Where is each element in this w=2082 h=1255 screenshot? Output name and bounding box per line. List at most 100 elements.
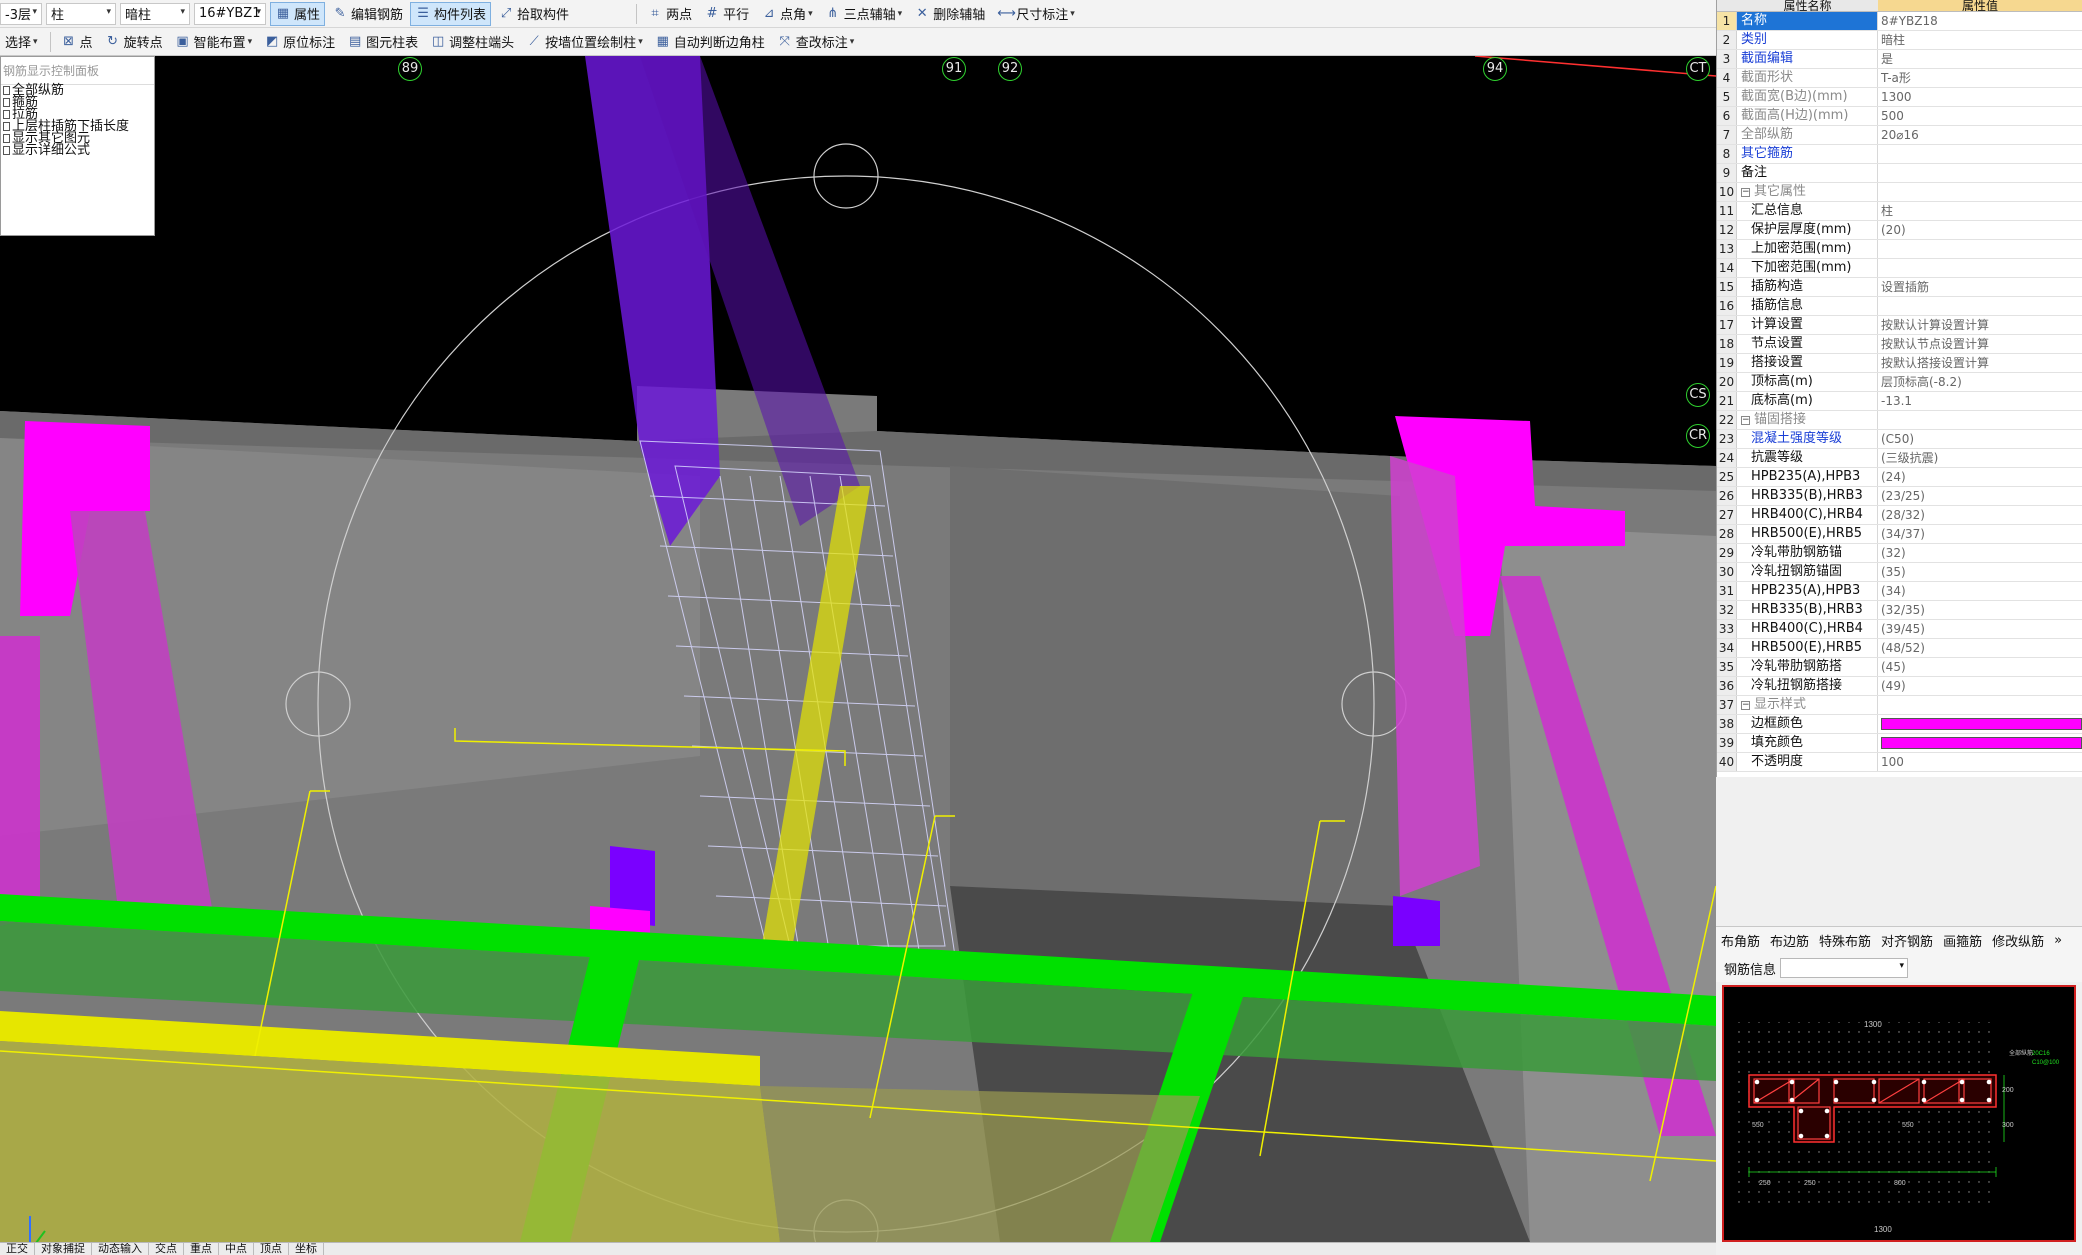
- property-value[interactable]: [1878, 411, 2082, 429]
- smart-place-button[interactable]: ▣ 智能布置 ▾: [170, 30, 258, 54]
- property-row[interactable]: 26 HRB335(B),HRB3 (23/25): [1717, 487, 2082, 506]
- check-label-button[interactable]: ⤧ 查改标注 ▾: [772, 30, 860, 54]
- color-swatch[interactable]: [1881, 718, 2082, 730]
- status-object-snap[interactable]: 对象捕捉: [35, 1243, 92, 1255]
- checkbox-icon[interactable]: [3, 86, 10, 95]
- property-row[interactable]: 34 HRB500(E),HRB5 (48/52): [1717, 639, 2082, 658]
- property-value[interactable]: (三级抗震): [1878, 449, 2082, 467]
- checkbox-icon[interactable]: [3, 122, 10, 131]
- property-row[interactable]: 31 HPB235(A),HPB3 (34): [1717, 582, 2082, 601]
- floor-select[interactable]: -3层 ▾: [0, 2, 42, 25]
- property-row[interactable]: 23 混凝土强度等级 (C50): [1717, 430, 2082, 449]
- rebar-option-detailed-formula[interactable]: 显示详细公式: [1, 144, 154, 157]
- property-value[interactable]: -13.1: [1878, 392, 2082, 410]
- align-rebar-button[interactable]: 对齐钢筋: [1876, 931, 1938, 950]
- edge-rebar-button[interactable]: 布边筋: [1765, 931, 1814, 950]
- property-row[interactable]: 3 截面编辑 是: [1717, 50, 2082, 69]
- property-row[interactable]: 22− 锚固搭接: [1717, 411, 2082, 430]
- checkbox-icon[interactable]: [3, 146, 10, 155]
- property-value[interactable]: 1300: [1878, 88, 2082, 106]
- property-value[interactable]: 暗柱: [1878, 31, 2082, 49]
- property-button[interactable]: ▦ 属性: [270, 1, 326, 26]
- status-coordinate[interactable]: 坐标: [289, 1243, 324, 1255]
- component-select[interactable]: 16#YBZ1 ▾: [194, 2, 266, 25]
- property-row[interactable]: 13 上加密范围(mm): [1717, 240, 2082, 259]
- edit-rebar-button[interactable]: ✎ 编辑钢筋: [327, 2, 408, 26]
- adjust-column-end-button[interactable]: ◫ 调整柱端头: [425, 30, 519, 54]
- delete-axis-button[interactable]: ✕ 删除辅轴: [909, 2, 990, 26]
- property-row[interactable]: 29 冷轧带肋钢筋锚 (32): [1717, 544, 2082, 563]
- property-value[interactable]: 是: [1878, 50, 2082, 68]
- property-value[interactable]: 层顶标高(-8.2): [1878, 373, 2082, 391]
- special-rebar-button[interactable]: 特殊布筋: [1814, 931, 1876, 950]
- property-row[interactable]: 33 HRB400(C),HRB4 (39/45): [1717, 620, 2082, 639]
- wall-column-button[interactable]: ⟋ 按墙位置绘制柱 ▾: [521, 30, 648, 54]
- property-value[interactable]: (32/35): [1878, 601, 2082, 619]
- parallel-button[interactable]: # 平行: [699, 2, 754, 26]
- property-row[interactable]: 16 插筋信息: [1717, 297, 2082, 316]
- property-value[interactable]: (49): [1878, 677, 2082, 695]
- three-point-axis-button[interactable]: ⋔ 三点辅轴 ▾: [820, 2, 908, 26]
- property-value[interactable]: 100: [1878, 753, 2082, 771]
- color-swatch[interactable]: [1881, 737, 2082, 749]
- property-value[interactable]: 柱: [1878, 202, 2082, 220]
- property-row[interactable]: 38 边框颜色: [1717, 715, 2082, 734]
- property-row[interactable]: 36 冷轧扭钢筋搭接 (49): [1717, 677, 2082, 696]
- section-preview[interactable]: 1300 200 300 250 250 800 550 550 全部纵筋 20…: [1722, 985, 2076, 1242]
- property-row[interactable]: 30 冷轧扭钢筋锚固 (35): [1717, 563, 2082, 582]
- property-value[interactable]: (45): [1878, 658, 2082, 676]
- column-table-button[interactable]: ▤ 图元柱表: [342, 30, 423, 54]
- property-row[interactable]: 37− 显示样式: [1717, 696, 2082, 715]
- property-row[interactable]: 35 冷轧带肋钢筋搭 (45): [1717, 658, 2082, 677]
- rebar-info-select[interactable]: ▾: [1780, 958, 1909, 978]
- property-value[interactable]: 8#YBZ18: [1878, 12, 2082, 30]
- property-value[interactable]: [1878, 297, 2082, 315]
- property-value[interactable]: [1878, 164, 2082, 182]
- property-row[interactable]: 7 全部纵筋 20⌀16: [1717, 126, 2082, 145]
- collapse-icon[interactable]: −: [1741, 415, 1750, 425]
- property-value[interactable]: [1878, 715, 2082, 733]
- dimension-button[interactable]: ⟷ 尺寸标注 ▾: [992, 2, 1080, 26]
- property-value[interactable]: (35): [1878, 563, 2082, 581]
- property-row[interactable]: 11 汇总信息 柱: [1717, 202, 2082, 221]
- property-row[interactable]: 9 备注: [1717, 164, 2082, 183]
- collapse-icon[interactable]: −: [1741, 187, 1750, 197]
- property-row[interactable]: 25 HPB235(A),HPB3 (24): [1717, 468, 2082, 487]
- property-value[interactable]: (28/32): [1878, 506, 2082, 524]
- property-row[interactable]: 24 抗震等级 (三级抗震): [1717, 449, 2082, 468]
- select-button[interactable]: 选择 ▾: [0, 30, 43, 54]
- 3d-scene[interactable]: [0, 56, 1716, 1242]
- property-row[interactable]: 12 保护层厚度(mm) (20): [1717, 221, 2082, 240]
- status-endpoint[interactable]: 重点: [184, 1243, 219, 1255]
- point-button[interactable]: ⊠ 点: [56, 30, 98, 54]
- more-icon[interactable]: »: [2049, 933, 2067, 948]
- rotate-point-button[interactable]: ↻ 旋转点: [100, 30, 168, 54]
- property-row[interactable]: 4 截面形状 T-a形: [1717, 69, 2082, 88]
- property-value[interactable]: T-a形: [1878, 69, 2082, 87]
- property-value[interactable]: (20): [1878, 221, 2082, 239]
- property-value[interactable]: 按默认计算设置计算: [1878, 316, 2082, 334]
- auto-corner-button[interactable]: ▦ 自动判断边角柱: [650, 30, 770, 54]
- type-select[interactable]: 暗柱 ▾: [120, 2, 190, 25]
- property-value[interactable]: (23/25): [1878, 487, 2082, 505]
- property-row[interactable]: 6 截面高(H边)(mm) 500: [1717, 107, 2082, 126]
- two-point-button[interactable]: ⌗ 两点: [642, 2, 697, 26]
- property-row[interactable]: 32 HRB335(B),HRB3 (32/35): [1717, 601, 2082, 620]
- status-ortho[interactable]: 正交: [0, 1243, 35, 1255]
- property-row[interactable]: 8 其它箍筋: [1717, 145, 2082, 164]
- property-row[interactable]: 1 名称 8#YBZ18: [1717, 12, 2082, 31]
- property-row[interactable]: 19 搭接设置 按默认搭接设置计算: [1717, 354, 2082, 373]
- property-row[interactable]: 40 不透明度 100: [1717, 753, 2082, 772]
- checkbox-icon[interactable]: [3, 98, 10, 107]
- property-value[interactable]: (34): [1878, 582, 2082, 600]
- property-row[interactable]: 2 类别 暗柱: [1717, 31, 2082, 50]
- property-value[interactable]: 设置插筋: [1878, 278, 2082, 296]
- property-row[interactable]: 21 底标高(m) -13.1: [1717, 392, 2082, 411]
- property-row[interactable]: 5 截面宽(B边)(mm) 1300: [1717, 88, 2082, 107]
- property-row[interactable]: 27 HRB400(C),HRB4 (28/32): [1717, 506, 2082, 525]
- property-value[interactable]: [1878, 240, 2082, 258]
- property-value[interactable]: 按默认节点设置计算: [1878, 335, 2082, 353]
- property-value[interactable]: [1878, 183, 2082, 201]
- property-row[interactable]: 10− 其它属性: [1717, 183, 2082, 202]
- property-row[interactable]: 28 HRB500(E),HRB5 (34/37): [1717, 525, 2082, 544]
